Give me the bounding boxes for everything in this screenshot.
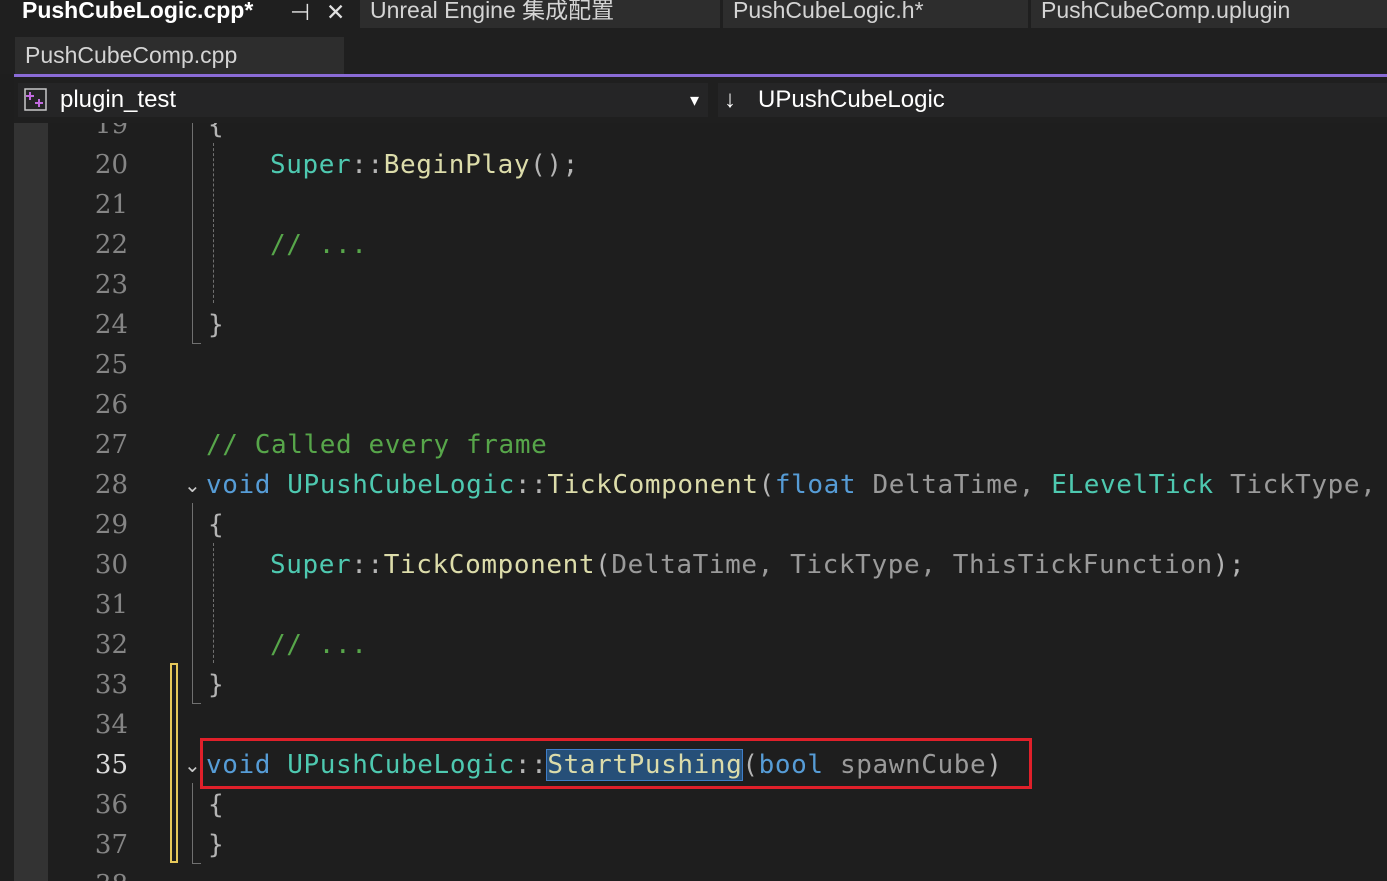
- tab-pushcubelogic-cpp[interactable]: PushCubeLogic.cpp* ⊣ ✕: [0, 0, 358, 28]
- line-number: 22: [94, 230, 128, 260]
- tab-label: Unreal Engine 集成配置: [370, 0, 615, 23]
- code-line-33: }: [208, 670, 225, 700]
- code-line-36: {: [208, 790, 225, 820]
- code-line-24: }: [208, 310, 225, 340]
- line-number: 23: [94, 270, 128, 300]
- code-line-29: {: [208, 510, 225, 540]
- highlight-annotation-box: [200, 738, 1032, 789]
- code-line-30: Super::TickComponent(DeltaTime, TickType…: [270, 550, 1246, 580]
- line-number: 20: [94, 150, 128, 180]
- code-line-37: }: [208, 830, 225, 860]
- pin-icon[interactable]: ⊣: [290, 0, 310, 24]
- scope-arrow-icon: ↓: [724, 86, 736, 113]
- tab-label: PushCubeComp.cpp: [25, 42, 238, 68]
- code-line-28: void UPushCubeLogic::TickComponent(float…: [206, 470, 1377, 500]
- code-line-20: Super::BeginPlay();: [270, 150, 579, 180]
- code-line-27: // Called every frame: [206, 430, 548, 460]
- tab-label: PushCubeLogic.cpp*: [22, 0, 254, 23]
- tab-pushcubecomp-uplugin[interactable]: PushCubeComp.uplugin: [1031, 0, 1387, 28]
- scope-guide: [192, 123, 193, 323]
- code-line-19: {: [208, 123, 225, 140]
- indent-guide: [213, 543, 214, 663]
- line-number: 26: [94, 390, 128, 420]
- unsaved-change-bar: [170, 663, 178, 863]
- scope-guide: [192, 503, 193, 683]
- fold-chevron-icon[interactable]: ⌄: [184, 745, 201, 785]
- line-number: 33: [94, 670, 128, 700]
- code-line-22: // ...: [270, 230, 368, 260]
- line-number: 29: [94, 510, 128, 540]
- fold-chevron-icon[interactable]: ⌄: [184, 465, 201, 505]
- line-number: 21: [94, 190, 128, 220]
- line-number: 25: [94, 350, 128, 380]
- line-number: 28: [94, 470, 128, 500]
- navigation-bar: plugin_test ▾ ↓ UPushCubeLogic: [14, 77, 1387, 123]
- indent-guide: [213, 143, 214, 303]
- line-number: 24: [94, 310, 128, 340]
- project-icon: [24, 88, 47, 111]
- scope-name: UPushCubeLogic: [758, 86, 945, 113]
- glyph-margin: [14, 123, 48, 881]
- line-number: 31: [94, 590, 128, 620]
- line-number: 38: [54, 865, 128, 881]
- tab-unreal-engine-config[interactable]: Unreal Engine 集成配置: [360, 0, 720, 28]
- scope-guide-end: [192, 323, 201, 344]
- scope-guide-end: [192, 683, 201, 704]
- scope-guide: [192, 783, 193, 843]
- line-number: 34: [94, 710, 128, 740]
- code-editor[interactable]: 19 20 21 22 23 24 25 26 27 28 29 30 31 3…: [14, 123, 1387, 881]
- line-number: 30: [94, 550, 128, 580]
- tab-pushcubelogic-h[interactable]: PushCubeLogic.h*: [723, 0, 1028, 28]
- tab-label: PushCubeLogic.h*: [733, 0, 924, 23]
- tab-label: PushCubeComp.uplugin: [1041, 0, 1291, 23]
- line-number: 32: [94, 630, 128, 660]
- scope-guide-end: [192, 843, 201, 864]
- chevron-down-icon[interactable]: ▾: [690, 83, 699, 117]
- project-dropdown[interactable]: plugin_test ▾: [18, 83, 708, 117]
- project-name: plugin_test: [60, 86, 177, 113]
- line-number: 36: [94, 790, 128, 820]
- tab-pushcubecomp-cpp[interactable]: PushCubeComp.cpp: [15, 37, 344, 74]
- line-number: 37: [94, 830, 128, 860]
- line-number: 19: [94, 123, 128, 140]
- code-line-32: // ...: [270, 630, 368, 660]
- scope-dropdown[interactable]: ↓ UPushCubeLogic: [718, 83, 1387, 117]
- tab-bar: PushCubeLogic.cpp* ⊣ ✕ Unreal Engine 集成配…: [0, 0, 1387, 74]
- line-number-current: 35: [94, 750, 128, 780]
- close-icon[interactable]: ✕: [326, 0, 345, 24]
- line-number: 27: [94, 430, 128, 460]
